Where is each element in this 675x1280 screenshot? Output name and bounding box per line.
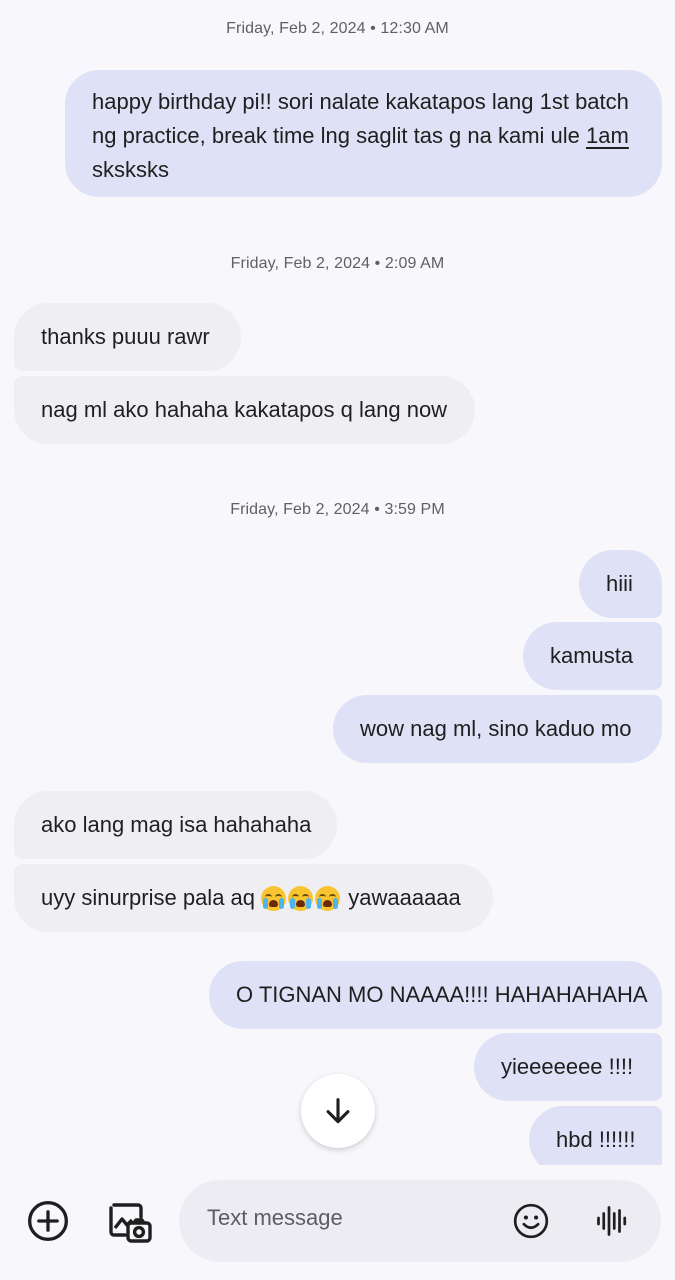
arrow-down-icon <box>326 1098 350 1124</box>
message-text: sksksks <box>92 157 169 182</box>
message-bubble-incoming[interactable]: thanks puuu rawr <box>14 303 241 371</box>
message-bubble-outgoing[interactable]: wow nag ml, sino kaduo mo <box>333 695 662 763</box>
message-text: uyy sinurprise pala aq <box>41 885 262 910</box>
message-bubble-outgoing[interactable]: O TIGNAN MO NAAAA!!!! HAHAHAHAHA <box>209 961 662 1029</box>
message-text: nag ml ako hahaha kakatapos q lang now <box>41 397 448 422</box>
add-icon <box>28 1201 68 1241</box>
message-thread[interactable]: Friday, Feb 2, 2024 • 12:30 AM happy bir… <box>0 0 675 1165</box>
emoji-button[interactable] <box>509 1199 553 1243</box>
gallery-icon <box>109 1203 152 1243</box>
gallery-button[interactable] <box>103 1195 157 1249</box>
crying-face-emoji <box>315 885 341 911</box>
timestamp: Friday, Feb 2, 2024 • 2:09 AM <box>230 255 445 272</box>
timestamp: Friday, Feb 2, 2024 • 12:30 AM <box>226 20 449 37</box>
message-bubble-outgoing[interactable]: happy birthday pi!! sori nalate kakatapo… <box>65 70 662 197</box>
timestamp: Friday, Feb 2, 2024 • 3:59 PM <box>230 501 445 518</box>
message-text: kamusta <box>550 643 634 668</box>
add-attachment-button[interactable] <box>22 1195 74 1247</box>
message-text: thanks puuu rawr <box>41 324 210 349</box>
message-text: hiii <box>606 571 633 596</box>
message-text: yawaaaaaa <box>342 885 461 910</box>
voice-message-button[interactable] <box>590 1199 634 1243</box>
time-link[interactable]: 1am <box>586 123 629 148</box>
message-bubble-incoming[interactable]: uyy sinurprise pala aq yawaaaaaa <box>14 864 493 932</box>
message-bubble-incoming[interactable]: ako lang mag isa hahahaha <box>14 791 337 859</box>
voice-icon <box>597 1206 627 1236</box>
message-text: yieeeeeee !!!! <box>501 1054 634 1079</box>
message-text: hbd !!!!!! <box>556 1127 636 1152</box>
emoji-icon <box>513 1203 549 1239</box>
message-bubble-outgoing[interactable]: hiii <box>579 550 662 618</box>
message-input-placeholder: Text message <box>207 1205 343 1230</box>
message-text: wow nag ml, sino kaduo mo <box>360 716 632 741</box>
message-text: happy birthday pi!! sori nalate kakatapo… <box>92 89 629 148</box>
message-text: ako lang mag isa hahahaha <box>41 812 312 837</box>
crying-face-emoji <box>261 885 287 911</box>
crying-face-emoji <box>288 885 314 911</box>
message-bubble-outgoing[interactable]: hbd !!!!!! <box>529 1106 662 1165</box>
message-bubble-outgoing[interactable]: yieeeeeee !!!! <box>474 1033 662 1101</box>
message-input[interactable]: Text message <box>179 1180 661 1262</box>
scroll-to-bottom-button[interactable] <box>301 1074 375 1148</box>
message-text: O TIGNAN MO NAAAA!!!! HAHAHAHAHA <box>236 982 648 1007</box>
message-bubble-outgoing[interactable]: kamusta <box>523 622 662 690</box>
message-composer: Text message <box>0 1165 675 1280</box>
message-bubble-incoming[interactable]: nag ml ako hahaha kakatapos q lang now <box>14 376 475 444</box>
